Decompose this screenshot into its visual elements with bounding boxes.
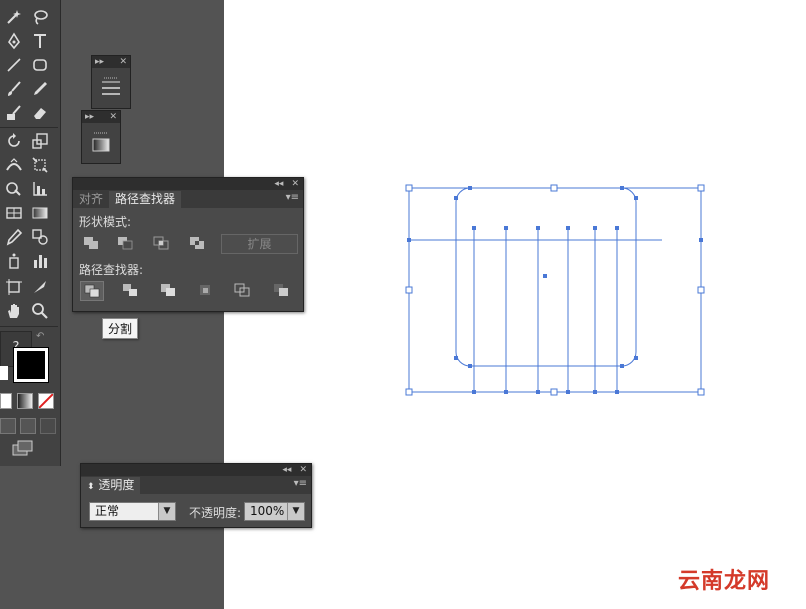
swap-colors-icon[interactable]: ↶ [36,331,50,342]
hand-icon[interactable] [2,300,26,322]
tab-align[interactable]: 对齐 [73,191,109,208]
type-icon[interactable] [28,30,52,52]
tab-options-icon[interactable]: ⬍ [87,482,95,492]
column-graph-icon[interactable] [28,250,52,272]
close-icon[interactable]: ✕ [119,57,127,67]
close-icon[interactable]: ✕ [109,112,117,122]
rotate-icon[interactable] [2,130,26,152]
blend-icon[interactable] [28,226,52,248]
divide-button[interactable] [80,281,104,301]
artboard-icon[interactable] [2,276,26,298]
panel-menu-icon[interactable]: ▾≡ [286,192,299,203]
collapsed-panel-gradient[interactable]: ▸▸ ✕ [81,110,121,164]
screen-mode-icon[interactable] [12,440,34,456]
pathfinders-label: 路径查找器: [79,263,144,277]
draw-normal-icon[interactable] [0,418,16,434]
shape-modes-label: 形状模式: [79,215,132,229]
stroke-panel-icon [102,77,120,95]
outline-button[interactable] [231,281,253,299]
paintbrush-icon[interactable] [2,78,26,100]
watermark-logo: 云南龙网 [677,569,770,594]
blob-brush-icon[interactable] [2,102,26,124]
merge-button[interactable] [157,281,179,299]
width-icon[interactable] [2,154,26,176]
collapse-arrows-icon[interactable]: ◂◂ [282,465,291,475]
zoom-icon[interactable] [28,300,52,322]
blend-mode-select[interactable]: 正常 ▼ [89,502,176,521]
chevron-down-icon[interactable]: ▼ [287,503,304,520]
draw-behind-icon[interactable] [20,418,36,434]
tab-transparency-label: 透明度 [98,478,135,492]
magic-wand-icon[interactable] [2,6,26,28]
line-icon[interactable] [2,54,26,76]
graph-icon[interactable] [28,178,52,200]
gradient-panel-icon [92,132,110,152]
intersect-button[interactable] [150,234,172,252]
gradient-icon[interactable] [28,202,52,224]
tools-panel: ? ↶ [0,0,61,466]
close-icon[interactable]: ✕ [291,179,299,189]
draw-inside-icon[interactable] [40,418,56,434]
gradient-mode-button[interactable] [17,393,33,409]
bbox-handle [405,184,413,192]
slice-icon[interactable] [28,276,52,298]
pathfinder-panel: ◂◂ ✕ 对齐 路径查找器 ▾≡ 形状模式: 扩展 路径查找器: [72,177,304,312]
expand-arrows-icon[interactable]: ▸▸ [95,57,104,67]
trim-button[interactable] [119,281,141,299]
tab-pathfinder[interactable]: 路径查找器 [109,191,182,208]
pencil-icon[interactable] [28,78,52,100]
close-icon[interactable]: ✕ [299,465,307,475]
panel-menu-icon[interactable]: ▾≡ [294,478,307,489]
collapse-arrows-icon[interactable]: ◂◂ [274,179,283,189]
opacity-value: 100% [250,504,285,518]
divide-tooltip: 分割 [102,318,139,339]
transparency-panel: ◂◂ ✕ ⬍ 透明度 ▾≡ 正常 ▼ 不透明度: 100% ▼ [80,463,312,528]
lasso-icon[interactable] [28,6,52,28]
eyedropper-icon[interactable] [2,226,26,248]
fill-swatch[interactable] [0,366,8,380]
collapsed-panel-stroke[interactable]: ▸▸ ✕ [91,55,131,109]
expand-button[interactable]: 扩展 [221,234,298,254]
chevron-down-icon[interactable]: ▼ [158,503,175,520]
none-mode-button[interactable] [38,393,54,409]
blend-mode-value: 正常 [95,504,120,518]
expand-arrows-icon[interactable]: ▸▸ [85,112,94,122]
bounding-box [408,187,702,393]
unite-button[interactable] [80,234,102,252]
shape-builder-icon[interactable] [2,178,26,200]
eraser-icon[interactable] [28,102,52,124]
free-transform-icon[interactable] [28,154,52,176]
rectangle-icon[interactable] [28,54,52,76]
symbol-sprayer-icon[interactable] [2,250,26,272]
opacity-label: 不透明度: [189,506,242,520]
exclude-button[interactable] [186,234,208,252]
opacity-field[interactable]: 100% ▼ [244,502,305,521]
tab-transparency[interactable]: ⬍ 透明度 [81,477,141,494]
crop-button[interactable] [194,281,216,299]
stroke-swatch[interactable] [14,348,48,382]
minus-back-button[interactable] [270,281,292,299]
scale-icon[interactable] [28,130,52,152]
pen-icon[interactable] [2,30,26,52]
minus-front-button[interactable] [114,234,136,252]
mesh-icon[interactable] [2,202,26,224]
color-mode-button[interactable] [0,393,12,409]
